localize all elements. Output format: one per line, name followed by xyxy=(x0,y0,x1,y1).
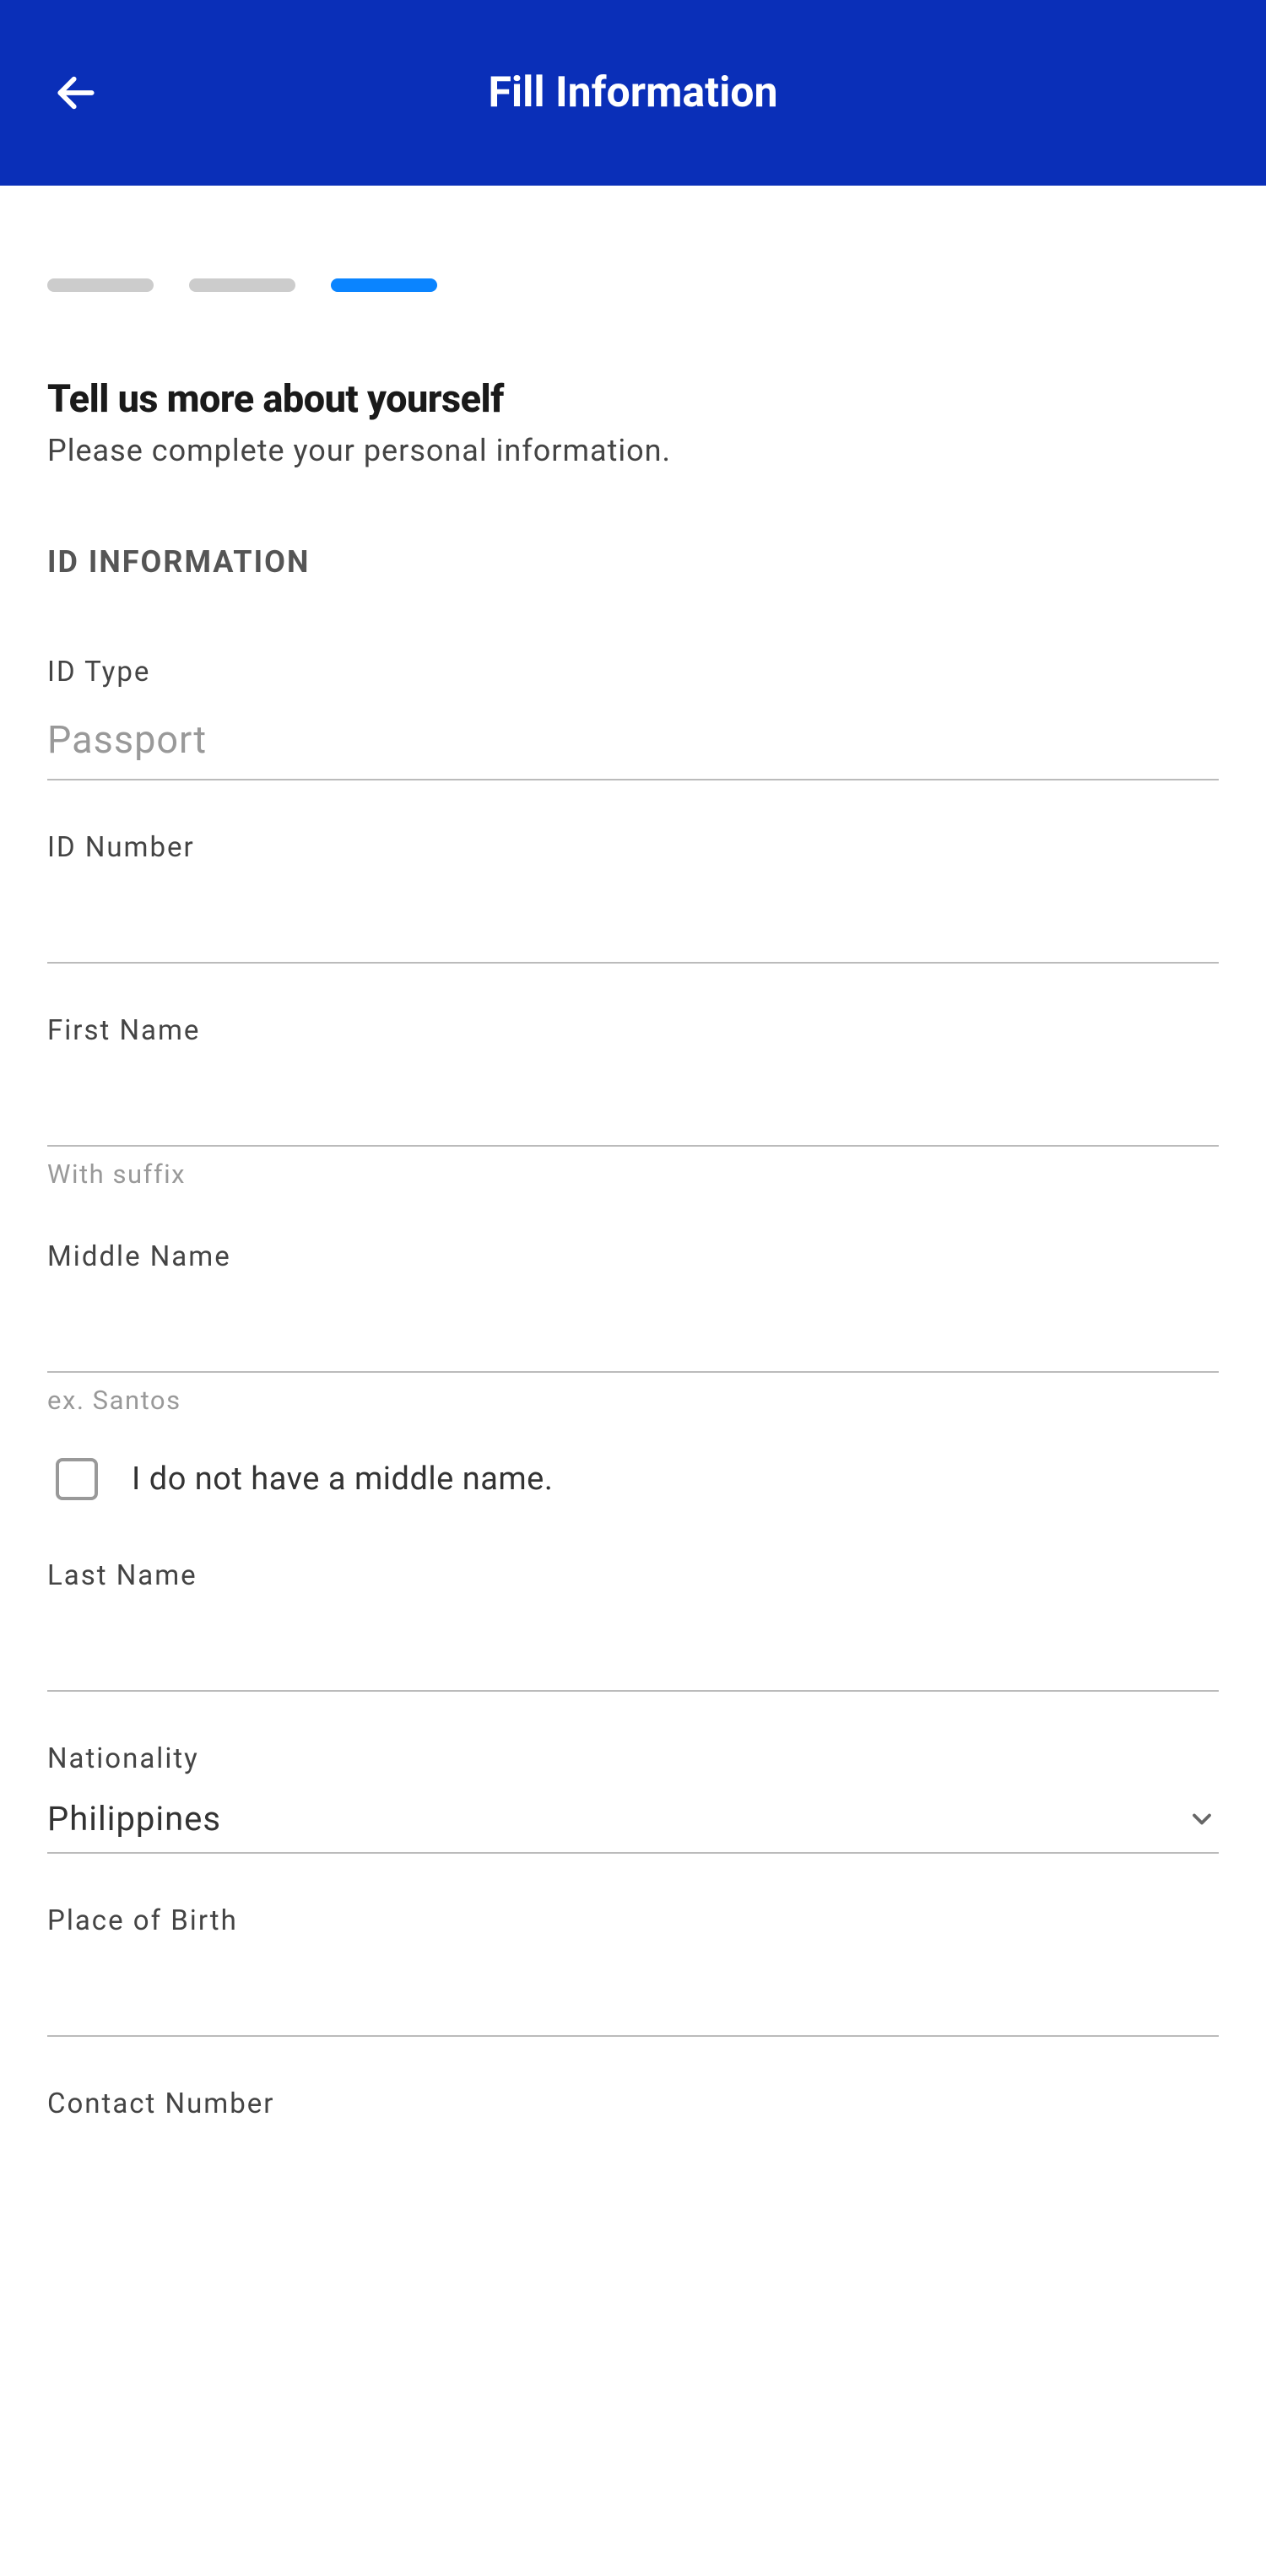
id-type-label: ID Type xyxy=(47,656,1219,689)
nationality-value: Philippines xyxy=(47,1799,221,1839)
id-type-value[interactable]: Passport xyxy=(47,704,1219,780)
progress-bar xyxy=(47,278,1219,292)
section-title: Tell us more about yourself xyxy=(47,376,1219,421)
group-heading-id: ID INFORMATION xyxy=(47,544,1219,580)
field-id-number: ID Number xyxy=(47,831,1219,964)
progress-segment-2 xyxy=(189,278,295,292)
middle-name-helper: ex. Santos xyxy=(47,1385,1219,1416)
content-area: Tell us more about yourself Please compl… xyxy=(0,186,1266,2222)
place-of-birth-input[interactable] xyxy=(47,1952,1219,2037)
first-name-helper: With suffix xyxy=(47,1158,1219,1190)
first-name-input[interactable] xyxy=(47,1062,1219,1147)
contact-number-label: Contact Number xyxy=(47,2087,1219,2120)
section-subtitle: Please complete your personal informatio… xyxy=(47,433,1219,468)
place-of-birth-label: Place of Birth xyxy=(47,1904,1219,1937)
middle-name-label: Middle Name xyxy=(47,1240,1219,1273)
no-middle-name-checkbox[interactable] xyxy=(56,1458,98,1500)
field-id-type: ID Type Passport xyxy=(47,656,1219,780)
field-contact-number: Contact Number xyxy=(47,2087,1219,2120)
field-first-name: First Name With suffix xyxy=(47,1014,1219,1190)
field-last-name: Last Name xyxy=(47,1559,1219,1692)
first-name-label: First Name xyxy=(47,1014,1219,1047)
progress-segment-3 xyxy=(331,278,437,292)
last-name-input[interactable] xyxy=(47,1607,1219,1692)
middle-name-input[interactable] xyxy=(47,1288,1219,1373)
field-place-of-birth: Place of Birth xyxy=(47,1904,1219,2037)
id-number-label: ID Number xyxy=(47,831,1219,864)
field-nationality: Nationality Philippines xyxy=(47,1742,1219,1854)
back-icon[interactable] xyxy=(51,68,101,118)
nationality-select[interactable]: Philippines xyxy=(47,1790,1219,1854)
field-middle-name: Middle Name ex. Santos I do not have a m… xyxy=(47,1240,1219,1500)
chevron-down-icon xyxy=(1185,1802,1219,1836)
last-name-label: Last Name xyxy=(47,1559,1219,1592)
middle-name-checkbox-row[interactable]: I do not have a middle name. xyxy=(47,1458,1219,1500)
page-title: Fill Information xyxy=(488,68,777,117)
progress-segment-1 xyxy=(47,278,154,292)
nationality-label: Nationality xyxy=(47,1742,1219,1775)
id-number-input[interactable] xyxy=(47,879,1219,964)
no-middle-name-label: I do not have a middle name. xyxy=(132,1461,553,1498)
app-header: Fill Information xyxy=(0,0,1266,186)
